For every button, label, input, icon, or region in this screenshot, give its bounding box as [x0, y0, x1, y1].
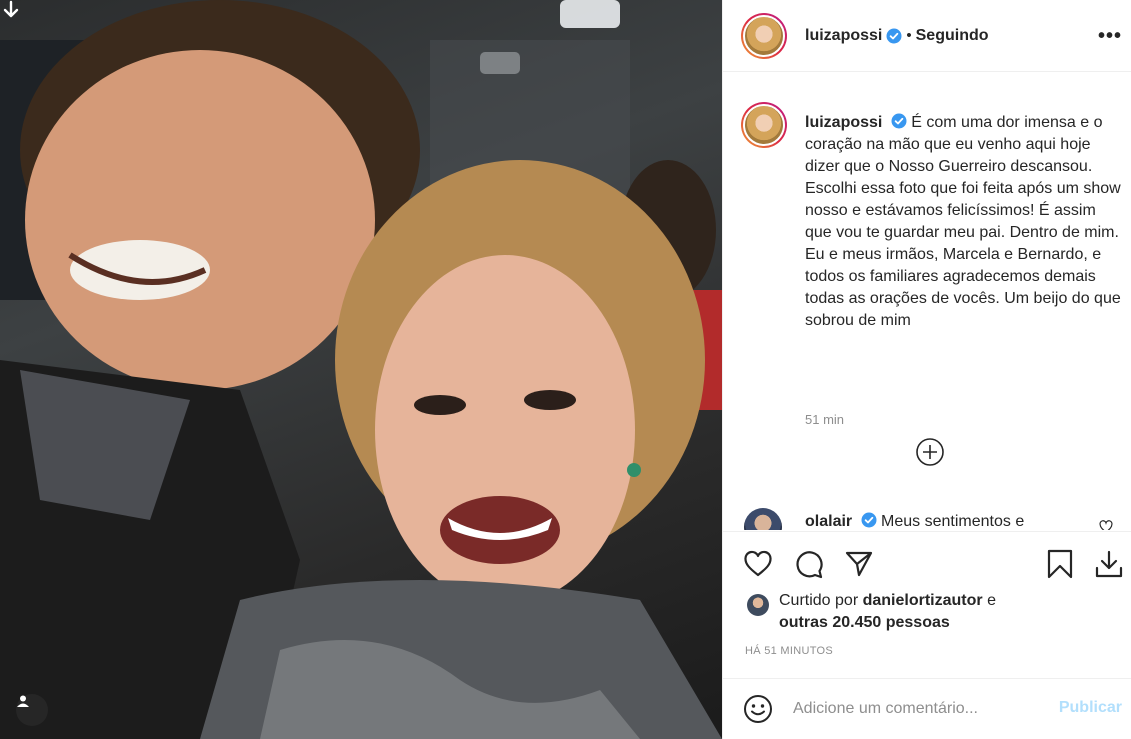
liker-avatar[interactable]	[747, 594, 769, 616]
user-tag-icon[interactable]	[16, 694, 48, 726]
caption-timestamp[interactable]: 51 min	[805, 412, 844, 427]
likes-conjunction: e	[987, 592, 996, 609]
verified-icon	[861, 512, 877, 528]
comment-input[interactable]	[793, 697, 1043, 721]
likes-prefix: Curtido por	[779, 592, 859, 609]
likes-others-link[interactable]: outras 20.450 pessoas	[779, 614, 950, 631]
comment-text: Meus sentimentos e	[881, 513, 1025, 530]
comment-username[interactable]: olalair	[805, 513, 852, 530]
comment-composer: Publicar	[723, 678, 1131, 739]
download-icon[interactable]	[0, 0, 22, 22]
caption-text: É com uma dor imensa e o coração na mão …	[805, 114, 1121, 329]
plus-circle-icon[interactable]	[915, 437, 945, 467]
comments-list[interactable]: luizapossi É com uma dor imensa e o cora…	[723, 80, 1131, 530]
post-photo[interactable]	[0, 0, 722, 739]
bookmark-icon[interactable]	[1045, 549, 1075, 579]
comment-like-icon[interactable]	[1099, 520, 1113, 530]
verified-icon	[886, 28, 902, 43]
post-header: luizapossi • Seguindo •••	[723, 0, 1131, 72]
post-timestamp[interactable]: HÁ 51 MINUTOS	[745, 645, 833, 657]
save-download-icon[interactable]	[1094, 549, 1124, 579]
liker-username[interactable]: danielortizautor	[863, 592, 983, 609]
verified-icon	[891, 113, 907, 129]
comment-avatar[interactable]	[744, 508, 782, 530]
more-icon[interactable]: •••	[1098, 24, 1122, 48]
publish-button[interactable]: Publicar	[1059, 699, 1122, 717]
action-bar	[723, 531, 1131, 591]
emoji-icon[interactable]	[743, 694, 773, 724]
author-username[interactable]: luizapossi	[805, 27, 882, 45]
share-icon[interactable]	[844, 549, 874, 579]
likes-summary: Curtido por danielortizautor e outras 20…	[747, 590, 1117, 634]
author-avatar[interactable]	[741, 12, 787, 59]
post-side-panel: luizapossi • Seguindo ••• luizapossi É c…	[722, 0, 1131, 739]
separator-dot: •	[906, 27, 912, 44]
caption-text-block: luizapossi É com uma dor imensa e o cora…	[805, 112, 1123, 332]
comment-item: olalair Meus sentimentos e	[741, 506, 1121, 530]
caption-username[interactable]: luizapossi	[805, 114, 882, 131]
comment-icon[interactable]	[794, 549, 824, 579]
comment-text-line: olalair Meus sentimentos e	[805, 512, 1024, 530]
follow-status-button[interactable]: Seguindo	[916, 27, 989, 45]
heart-icon[interactable]	[743, 549, 773, 579]
caption-avatar[interactable]	[741, 102, 787, 148]
photo-illustration	[0, 0, 722, 739]
